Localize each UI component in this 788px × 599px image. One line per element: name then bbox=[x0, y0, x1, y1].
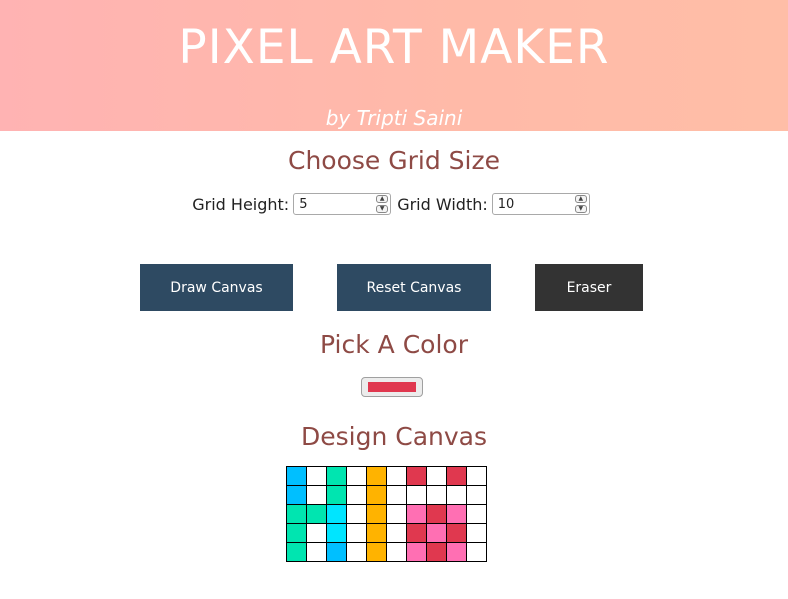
canvas-cell[interactable] bbox=[366, 485, 387, 505]
canvas-cell[interactable] bbox=[446, 485, 467, 505]
spinner-up-icon[interactable]: ▲ bbox=[376, 195, 389, 203]
canvas-cell[interactable] bbox=[386, 504, 407, 524]
canvas-cell[interactable] bbox=[406, 466, 427, 486]
grid-width-spinner[interactable]: ▲ ▼ bbox=[574, 195, 587, 213]
grid-width-label: Grid Width: bbox=[397, 194, 488, 214]
canvas-cell[interactable] bbox=[326, 485, 347, 505]
canvas-cell[interactable] bbox=[346, 504, 367, 524]
grid-size-form: Grid Height: 5 ▲ ▼ Grid Width: 10 ▲ ▼ bbox=[0, 193, 788, 215]
canvas-cell[interactable] bbox=[326, 504, 347, 524]
canvas-cell[interactable] bbox=[306, 466, 327, 486]
canvas-cell[interactable] bbox=[426, 466, 447, 486]
canvas-cell[interactable] bbox=[406, 485, 427, 505]
canvas-cell[interactable] bbox=[286, 542, 307, 562]
grid-height-input[interactable]: 5 ▲ ▼ bbox=[293, 193, 392, 215]
canvas-cell[interactable] bbox=[466, 485, 487, 505]
canvas-cell[interactable] bbox=[446, 504, 467, 524]
canvas-cell[interactable] bbox=[306, 542, 327, 562]
canvas-cell[interactable] bbox=[466, 504, 487, 524]
grid-height-label: Grid Height: bbox=[192, 194, 290, 214]
canvas-cell[interactable] bbox=[366, 466, 387, 486]
canvas-cell[interactable] bbox=[466, 523, 487, 543]
canvas-cell[interactable] bbox=[346, 542, 367, 562]
canvas-cell[interactable] bbox=[326, 523, 347, 543]
pick-color-title: Pick A Color bbox=[320, 330, 468, 359]
grid-height-spinner[interactable]: ▲ ▼ bbox=[376, 195, 389, 213]
canvas-row bbox=[286, 542, 487, 562]
canvas-cell[interactable] bbox=[386, 523, 407, 543]
canvas-cell[interactable] bbox=[406, 504, 427, 524]
canvas-cell[interactable] bbox=[306, 504, 327, 524]
grid-width-input[interactable]: 10 ▲ ▼ bbox=[491, 193, 590, 215]
canvas-cell[interactable] bbox=[406, 523, 427, 543]
canvas-cell[interactable] bbox=[466, 542, 487, 562]
author-byline: by Tripti Saini bbox=[325, 106, 463, 130]
canvas-cell[interactable] bbox=[426, 485, 447, 505]
canvas-row bbox=[286, 523, 487, 543]
canvas-cell[interactable] bbox=[426, 542, 447, 562]
canvas-cell[interactable] bbox=[426, 523, 447, 543]
canvas-cell[interactable] bbox=[446, 523, 467, 543]
canvas-cell[interactable] bbox=[286, 523, 307, 543]
canvas-cell[interactable] bbox=[346, 485, 367, 505]
canvas-row bbox=[286, 466, 487, 486]
canvas-cell[interactable] bbox=[306, 523, 327, 543]
canvas-cell[interactable] bbox=[366, 504, 387, 524]
canvas-cell[interactable] bbox=[326, 542, 347, 562]
draw-canvas-button[interactable]: Draw Canvas bbox=[140, 264, 293, 311]
app-title: PIXEL ART MAKER bbox=[178, 20, 610, 75]
canvas-cell[interactable] bbox=[446, 466, 467, 486]
canvas-cell[interactable] bbox=[466, 466, 487, 486]
spinner-up-icon[interactable]: ▲ bbox=[574, 195, 587, 203]
reset-canvas-button[interactable]: Reset Canvas bbox=[337, 264, 491, 311]
canvas-cell[interactable] bbox=[426, 504, 447, 524]
canvas-cell[interactable] bbox=[326, 466, 347, 486]
canvas-cell[interactable] bbox=[386, 466, 407, 486]
spinner-down-icon[interactable]: ▼ bbox=[376, 205, 389, 213]
pixel-canvas[interactable] bbox=[286, 466, 487, 562]
canvas-row bbox=[286, 485, 487, 505]
grid-width-value: 10 bbox=[497, 196, 515, 212]
canvas-cell[interactable] bbox=[286, 485, 307, 505]
canvas-cell[interactable] bbox=[286, 466, 307, 486]
canvas-cell[interactable] bbox=[366, 542, 387, 562]
canvas-cell[interactable] bbox=[346, 466, 367, 486]
spinner-down-icon[interactable]: ▼ bbox=[574, 205, 587, 213]
color-swatch bbox=[368, 382, 416, 392]
canvas-cell[interactable] bbox=[386, 542, 407, 562]
canvas-cell[interactable] bbox=[286, 504, 307, 524]
grid-height-value: 5 bbox=[299, 196, 308, 212]
canvas-cell[interactable] bbox=[306, 485, 327, 505]
grid-size-title: Choose Grid Size bbox=[288, 146, 500, 175]
canvas-cell[interactable] bbox=[346, 523, 367, 543]
canvas-cell[interactable] bbox=[446, 542, 467, 562]
design-canvas-title: Design Canvas bbox=[300, 422, 488, 451]
canvas-cell[interactable] bbox=[406, 542, 427, 562]
app-header: PIXEL ART MAKER by Tripti Saini bbox=[0, 0, 788, 131]
canvas-cell[interactable] bbox=[386, 485, 407, 505]
color-picker[interactable] bbox=[361, 377, 423, 397]
eraser-button[interactable]: Eraser bbox=[535, 264, 643, 311]
canvas-row bbox=[286, 504, 487, 524]
canvas-cell[interactable] bbox=[366, 523, 387, 543]
